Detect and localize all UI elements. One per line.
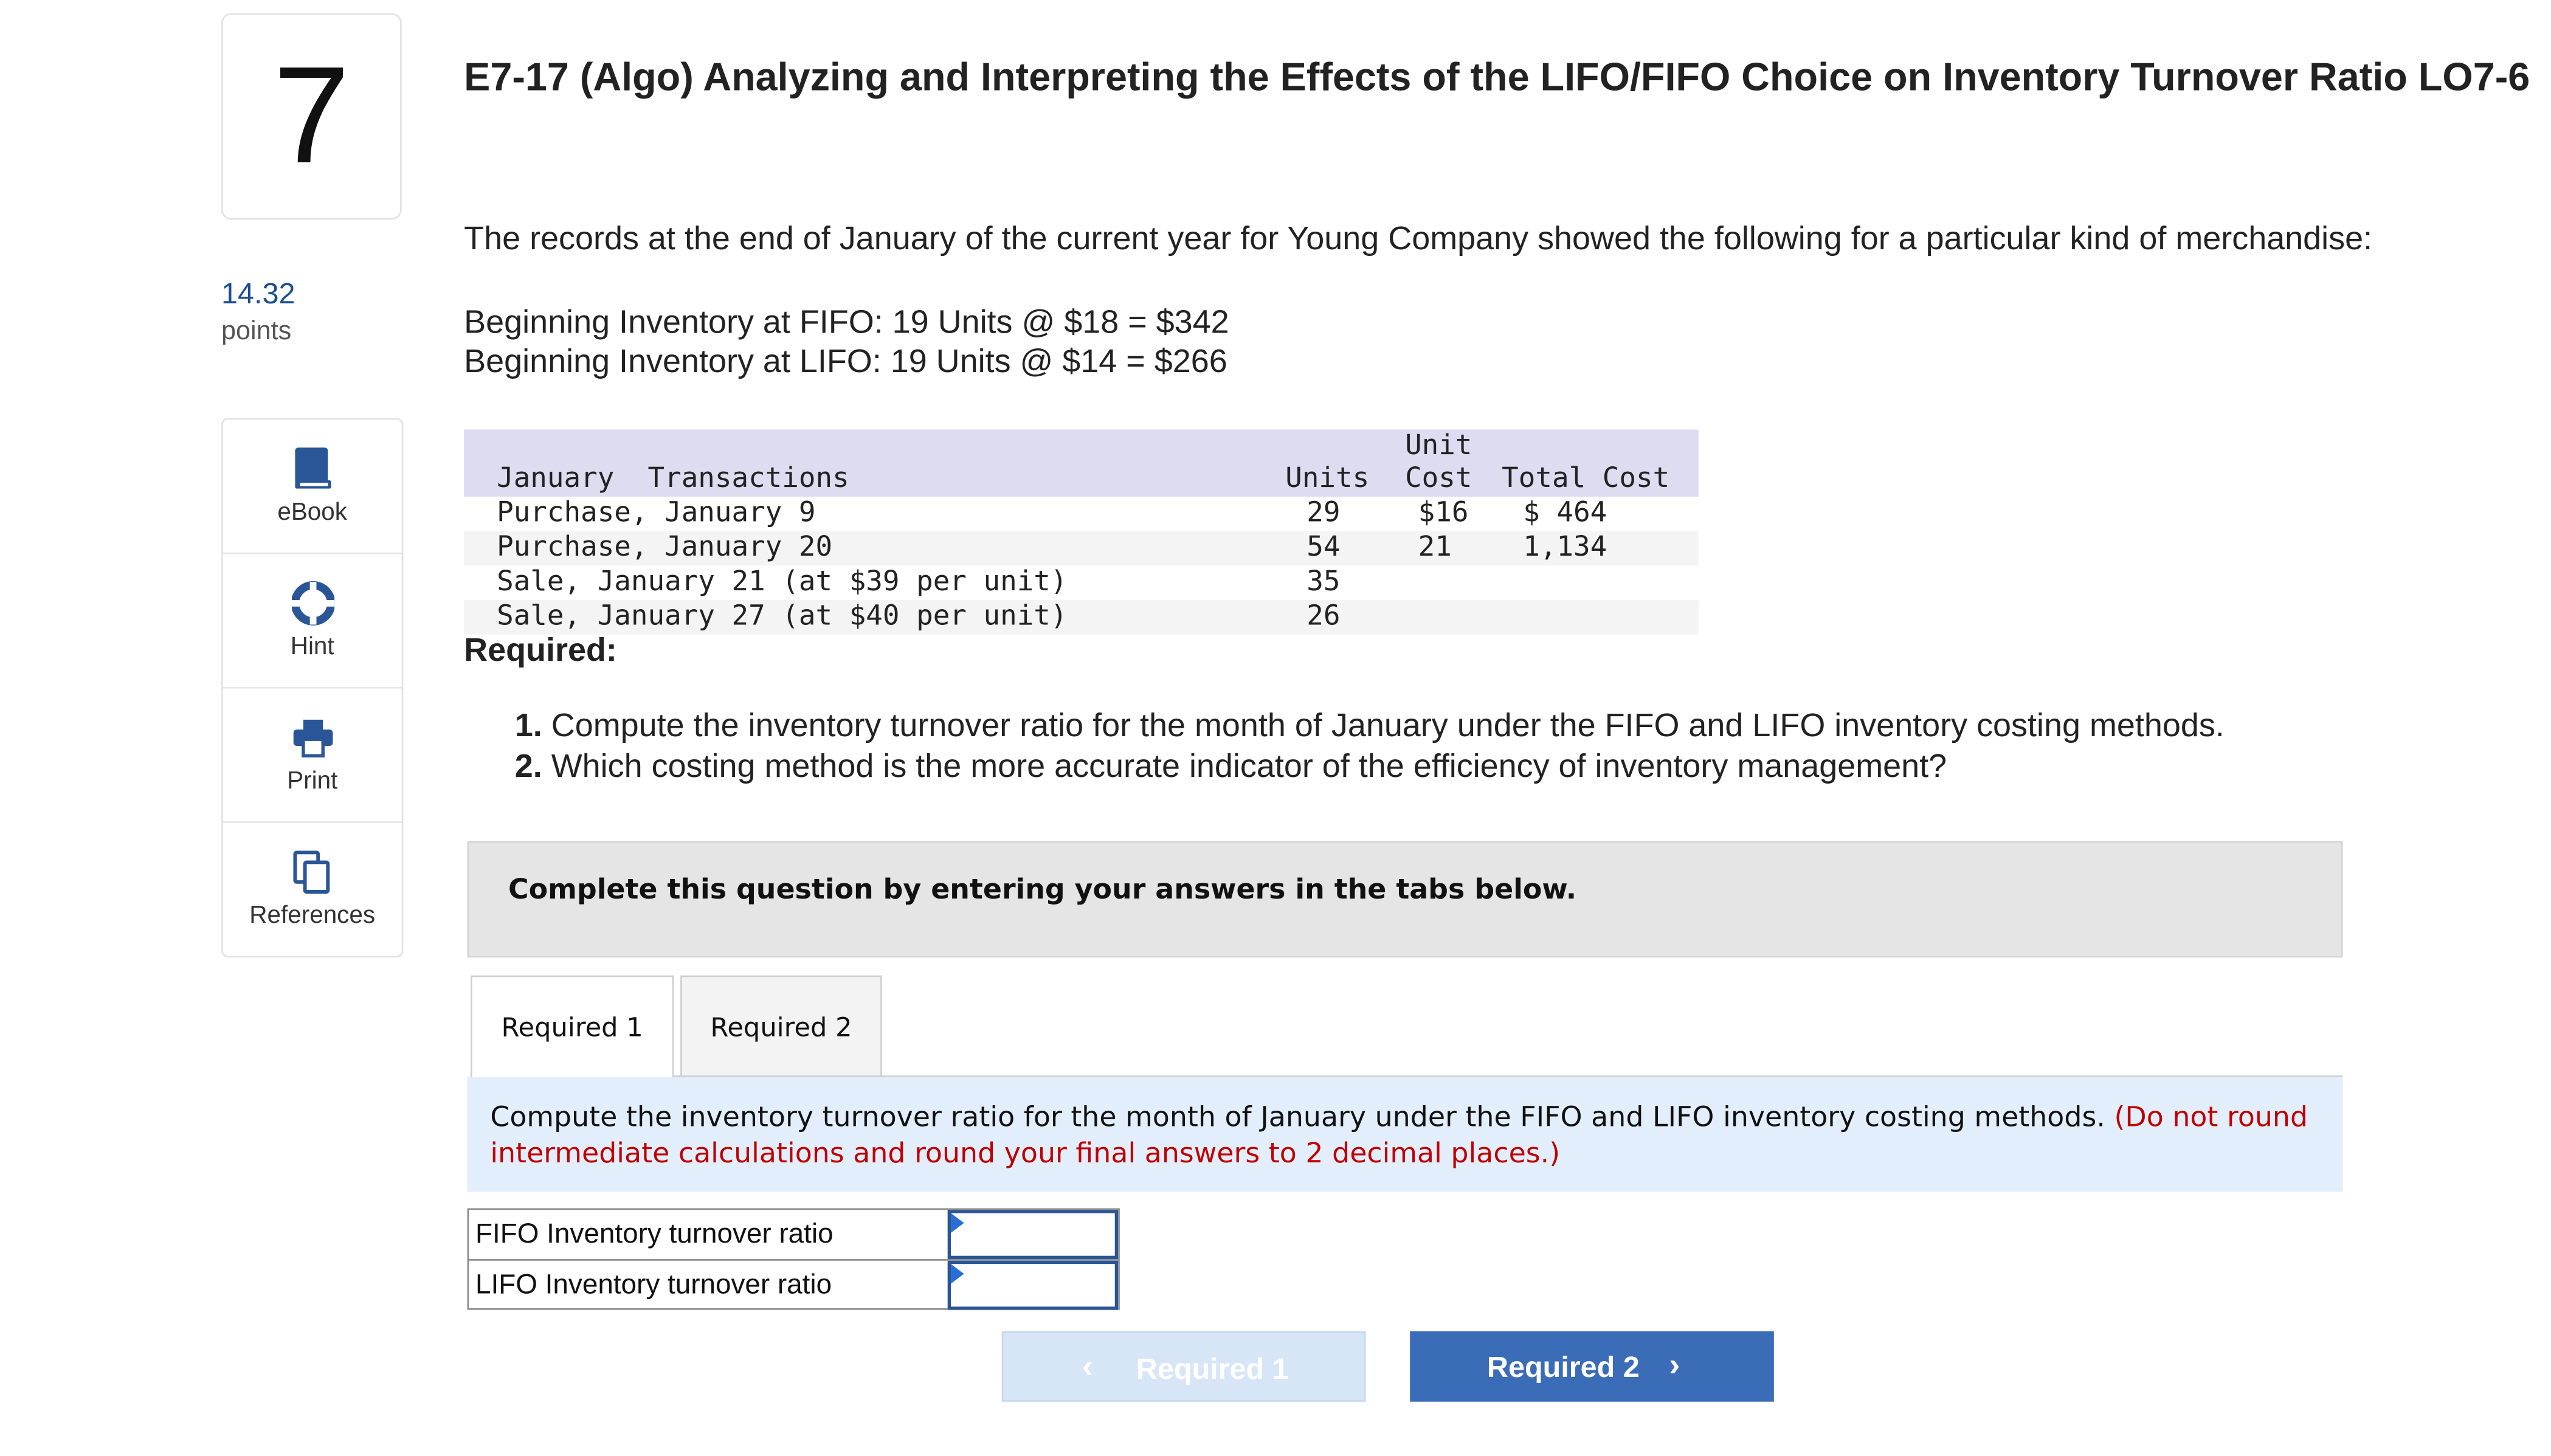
tab-label: Required 1 [501, 1011, 643, 1043]
row-units: 35 [1307, 565, 1341, 599]
input-flag-icon [951, 1213, 964, 1233]
fifo-turnover-input[interactable] [951, 1213, 1115, 1256]
sidebar-item-references[interactable]: References [223, 823, 402, 956]
row-total-cost: 1,134 [1523, 531, 1607, 564]
lifo-turnover-input[interactable] [951, 1264, 1115, 1307]
instructions-main: Compute the inventory turnover ratio for… [490, 1102, 2105, 1135]
sidebar: eBook Hint Print References [221, 418, 404, 957]
tab-required-1[interactable]: Required 1 [470, 975, 674, 1077]
answer-row-fifo: FIFO Inventory turnover ratio [469, 1210, 1119, 1260]
answer-row-lifo: LIFO Inventory turnover ratio [469, 1260, 1119, 1310]
row-unit-cost: $16 [1418, 497, 1469, 530]
previous-button-label: Required 1 [1136, 1352, 1289, 1385]
column-header-description: January Transactions [497, 462, 849, 495]
question-number: 7 [273, 38, 350, 192]
next-button-label: Required 2 [1486, 1351, 1640, 1384]
instructions-panel: Compute the inventory turnover ratio for… [467, 1077, 2343, 1192]
required-item-number: 2. [514, 749, 542, 785]
lifo-turnover-input-box [947, 1260, 1119, 1310]
previous-required-button[interactable]: ‹ Required 1 [1001, 1331, 1366, 1402]
column-header-total-cost: Total Cost [1502, 462, 1670, 495]
required-heading: Required: [464, 632, 617, 669]
required-item-number: 1. [514, 708, 542, 745]
row-units: 54 [1307, 531, 1341, 564]
sidebar-item-label: References [249, 902, 376, 930]
required-item-text: Which costing method is the more accurat… [551, 749, 1947, 785]
sidebar-item-label: Hint [290, 632, 334, 661]
sidebar-item-print[interactable]: Print [223, 689, 402, 823]
transactions-table: January Transactions Units Unit Cost Tot… [464, 429, 1699, 637]
question-number-box: 7 [221, 13, 402, 220]
answer-label: LIFO Inventory turnover ratio [475, 1269, 832, 1300]
instructions-text: Compute the inventory turnover ratio for… [490, 1100, 2318, 1172]
column-header-unit-cost: Cost [1405, 462, 1472, 495]
row-description: Purchase, January 9 [497, 497, 816, 530]
column-header-unit-top: Unit [1405, 429, 1472, 463]
beginning-inventory-lifo: Beginning Inventory at LIFO: 19 Units @ … [464, 344, 1227, 381]
chevron-right-icon: › [1669, 1347, 1680, 1384]
points-label: points [221, 318, 292, 347]
lifebuoy-icon [292, 581, 335, 626]
copy-icon [293, 850, 330, 894]
sidebar-item-hint[interactable]: Hint [223, 554, 402, 689]
sidebar-item-ebook[interactable]: eBook [223, 419, 402, 554]
chevron-left-icon: ‹ [1082, 1349, 1093, 1385]
fifo-turnover-input-box [947, 1210, 1119, 1260]
points-value: 14.32 [221, 277, 295, 310]
required-item-text: Compute the inventory turnover ratio for… [551, 708, 2225, 745]
row-description: Sale, January 27 (at $40 per unit) [497, 599, 1068, 633]
beginning-inventory-fifo: Beginning Inventory at FIFO: 19 Units @ … [464, 305, 1229, 341]
row-total-cost: $ 464 [1523, 497, 1607, 530]
intro-text: The records at the end of January of the… [464, 221, 2373, 258]
tab-label: Required 2 [710, 1011, 852, 1043]
required-item-1: 1. Compute the inventory turnover ratio … [515, 708, 2225, 746]
complete-banner: Complete this question by entering your … [467, 841, 2343, 957]
row-units: 26 [1307, 599, 1341, 633]
column-header-units: Units [1285, 462, 1370, 495]
tab-required-2[interactable]: Required 2 [680, 975, 882, 1077]
row-units: 29 [1307, 497, 1341, 530]
question-page: 7 14.32 points eBook Hint Print Referenc… [0, 0, 2551, 1456]
sidebar-item-label: eBook [277, 498, 348, 526]
answer-table: FIFO Inventory turnover ratio LIFO Inven… [467, 1208, 1120, 1310]
row-unit-cost: 21 [1418, 531, 1452, 564]
row-description: Sale, January 21 (at $39 per unit) [497, 565, 1068, 599]
required-item-2: 2. Which costing method is the more accu… [515, 749, 1947, 787]
next-required-button[interactable]: Required 2 › [1410, 1331, 1774, 1402]
complete-banner-text: Complete this question by entering your … [508, 874, 1577, 907]
answer-label: FIFO Inventory turnover ratio [475, 1218, 834, 1249]
printer-icon [293, 719, 333, 757]
input-flag-icon [951, 1264, 964, 1284]
book-icon [295, 447, 331, 489]
sidebar-item-label: Print [287, 767, 338, 795]
question-title: E7-17 (Algo) Analyzing and Interpreting … [464, 55, 2530, 100]
row-description: Purchase, January 20 [497, 531, 833, 564]
